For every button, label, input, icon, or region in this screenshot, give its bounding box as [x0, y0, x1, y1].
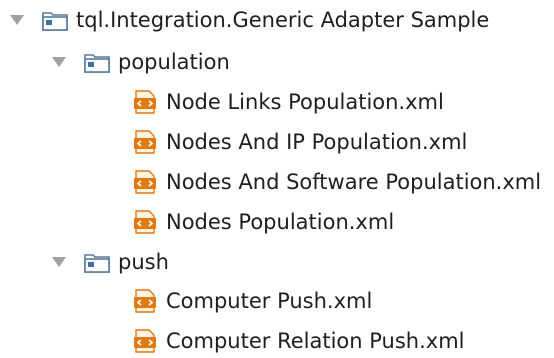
folder-icon [84, 50, 110, 74]
folder-icon [84, 250, 110, 274]
tree-item-file[interactable]: Nodes And Software Population.xml [0, 164, 554, 200]
file-label: Computer Push.xml [166, 289, 373, 313]
expanded-triangle-icon[interactable] [50, 253, 68, 271]
xml-file-icon [132, 329, 158, 353]
xml-file-icon [132, 130, 158, 154]
tree-item-file[interactable]: Computer Relation Push.xml [0, 323, 554, 358]
tree-item-folder-population[interactable]: population [0, 44, 554, 80]
xml-file-icon [132, 90, 158, 114]
tree-item-file[interactable]: Node Links Population.xml [0, 84, 554, 120]
project-folder-icon [42, 8, 68, 32]
file-label: Nodes And IP Population.xml [166, 130, 468, 154]
expanded-triangle-icon[interactable] [8, 11, 26, 29]
file-label: Computer Relation Push.xml [166, 329, 465, 353]
tree-item-file[interactable]: Computer Push.xml [0, 283, 554, 319]
folder-label: population [118, 50, 230, 74]
xml-file-icon [132, 210, 158, 234]
tree-item-file[interactable]: Nodes And IP Population.xml [0, 124, 554, 160]
tree-item-file[interactable]: Nodes Population.xml [0, 204, 554, 240]
xml-file-icon [132, 289, 158, 313]
file-label: Node Links Population.xml [166, 90, 444, 114]
tree-item-folder-push[interactable]: push [0, 244, 554, 280]
file-label: Nodes And Software Population.xml [166, 170, 542, 194]
tree-item-project[interactable]: tql.Integration.Generic Adapter Sample [0, 2, 554, 38]
xml-file-icon [132, 170, 158, 194]
project-label: tql.Integration.Generic Adapter Sample [76, 8, 490, 32]
project-explorer-tree: tql.Integration.Generic Adapter Sample p… [0, 0, 554, 358]
file-label: Nodes Population.xml [166, 210, 395, 234]
expanded-triangle-icon[interactable] [50, 53, 68, 71]
folder-label: push [118, 250, 169, 274]
